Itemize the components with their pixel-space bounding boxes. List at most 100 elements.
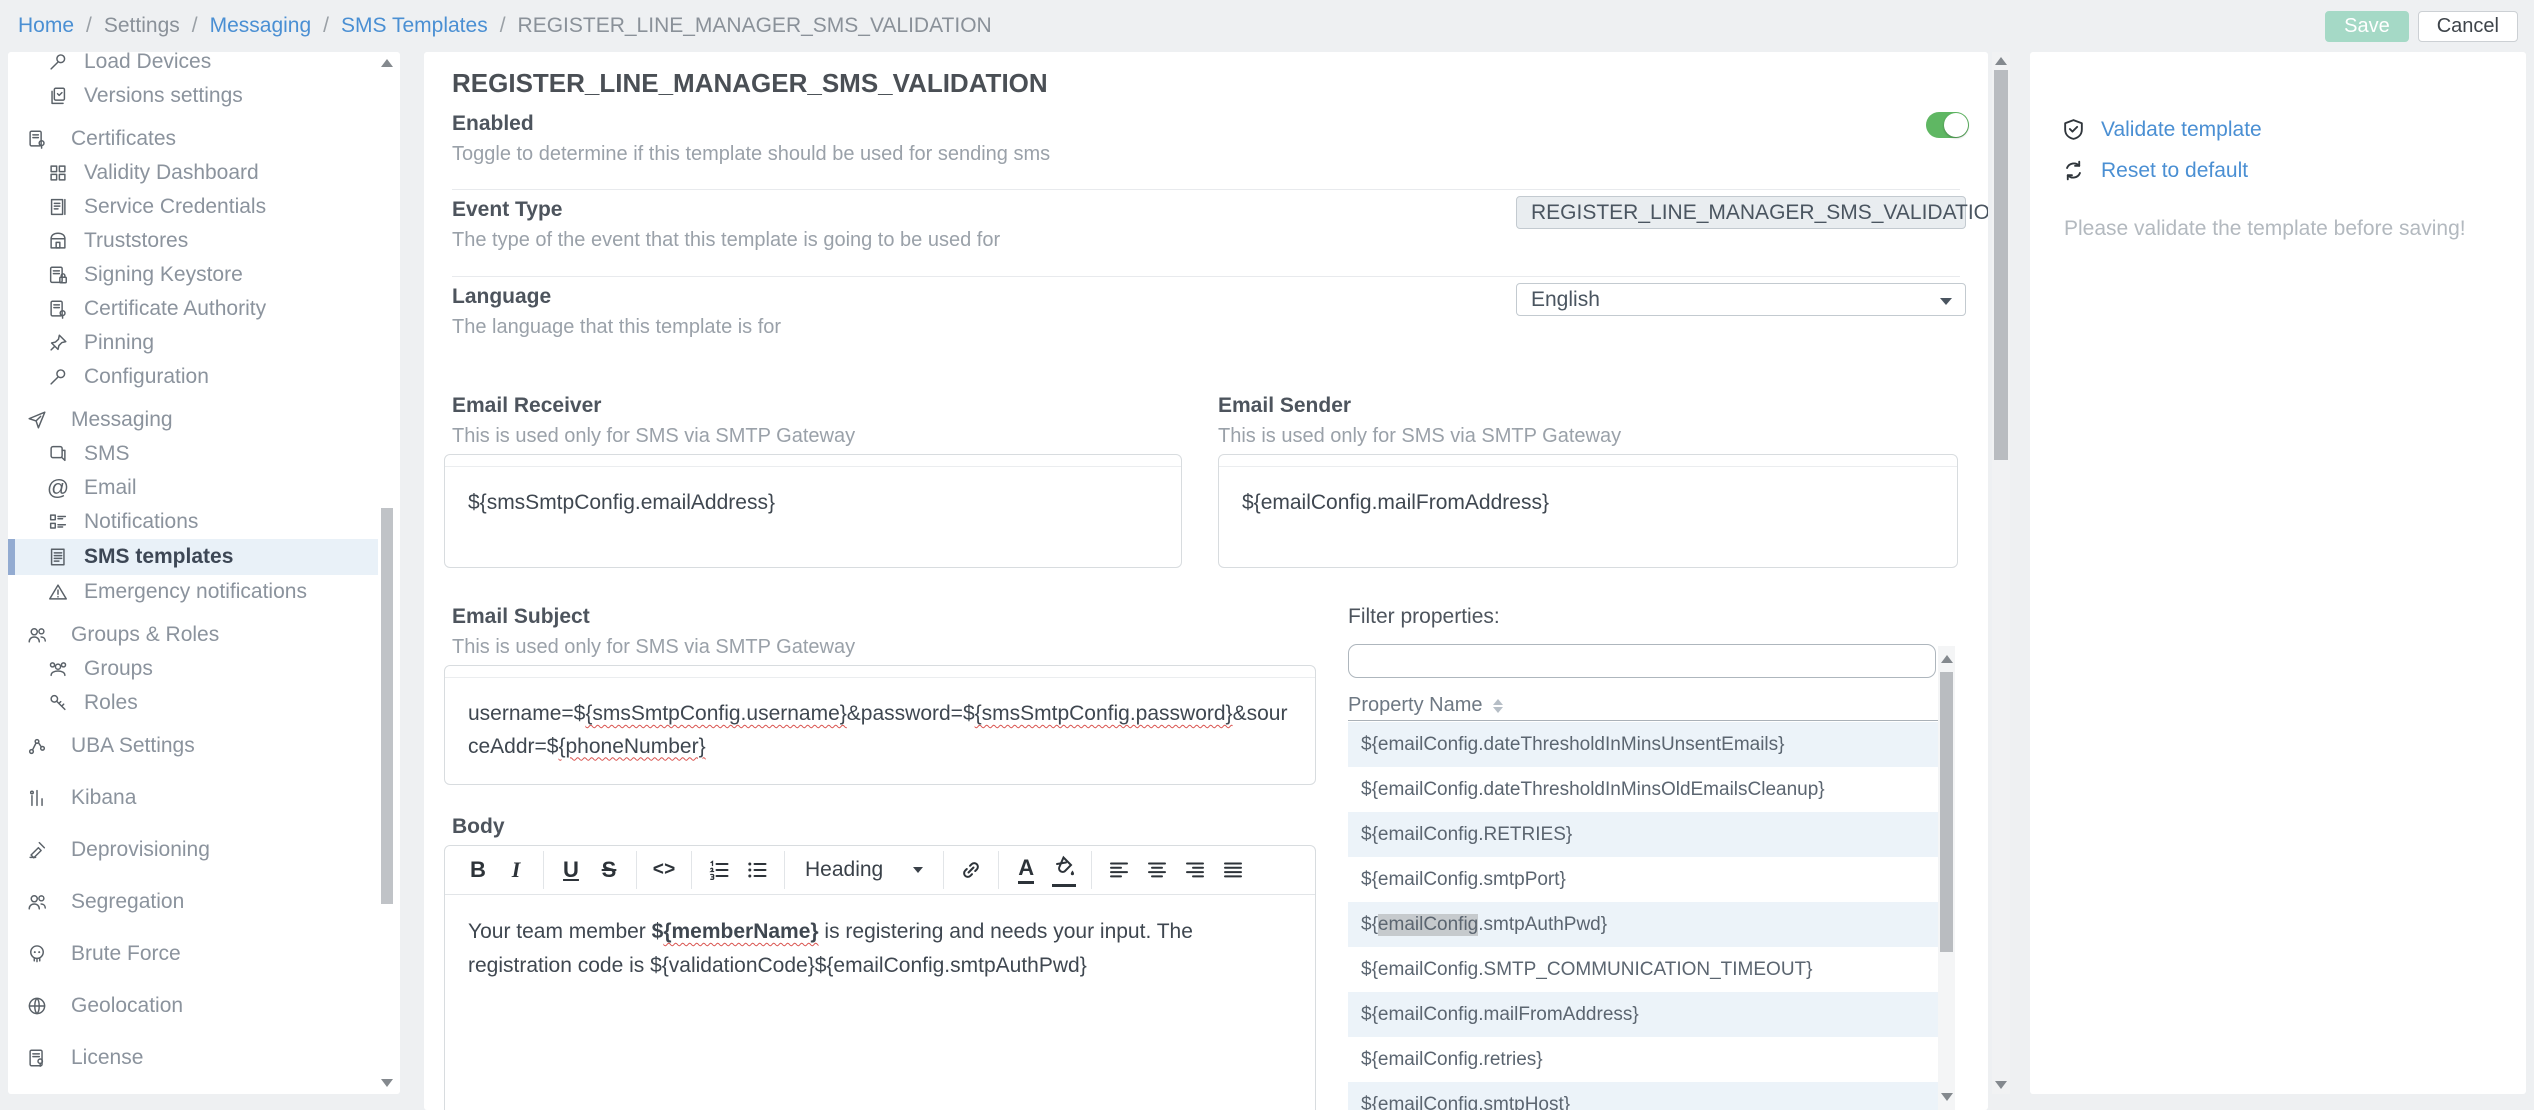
sidebar-item-sms[interactable]: SMS	[8, 437, 378, 471]
property-row[interactable]: ${emailConfig.smtpHost}	[1348, 1082, 1938, 1110]
sidebar-item-label: License	[71, 1046, 143, 1070]
sidebar-item-geolocation[interactable]: Geolocation	[8, 989, 378, 1023]
align-center-button[interactable]	[1140, 852, 1174, 888]
breadcrumb-item-home[interactable]: Home	[18, 14, 74, 38]
align-justify-button[interactable]	[1216, 852, 1250, 888]
validate-template-link[interactable]: Validate template	[2061, 117, 2262, 142]
validate-template-label: Validate template	[2101, 118, 2262, 142]
main-scrollbar-thumb[interactable]	[1994, 70, 2008, 460]
sidebar-items: Load Devices Versions settings Certificate…	[8, 52, 378, 1075]
email-sender-input[interactable]: ${emailConfig.mailFromAddress}	[1218, 454, 1958, 568]
fill-color-button[interactable]	[1047, 852, 1081, 888]
body-content[interactable]: Your team member ${memberName} is regist…	[445, 895, 1315, 1002]
sidebar-item-notifications[interactable]: Notifications	[8, 505, 378, 539]
breadcrumb-item-register-line-manager-sms-validation: REGISTER_LINE_MANAGER_SMS_VALIDATION	[518, 14, 992, 38]
breadcrumb-item-messaging[interactable]: Messaging	[210, 14, 312, 38]
scroll-up-icon[interactable]	[1938, 652, 1955, 666]
sidebar-item-roles[interactable]: Roles	[8, 686, 378, 720]
heading-dropdown[interactable]: Heading	[795, 852, 933, 888]
sidebar-item-load-devices[interactable]: Load Devices	[8, 52, 378, 79]
sidebar-item-signing-keystore[interactable]: Signing Keystore	[8, 258, 378, 292]
sidebar-item-label: Validity Dashboard	[84, 161, 259, 185]
sidebar-item-configuration[interactable]: Configuration	[8, 360, 378, 394]
event-type-input[interactable]: REGISTER_LINE_MANAGER_SMS_VALIDATION	[1516, 196, 1966, 229]
sidebar-item-label: Brute Force	[71, 942, 181, 966]
sidebar-item-sms-templates[interactable]: SMS templates	[8, 539, 378, 575]
email-receiver-input[interactable]: ${smsSmtpConfig.emailAddress}	[444, 454, 1182, 568]
body-editor[interactable]: BIUS <> Heading A Your team member ${member…	[444, 845, 1316, 1110]
align-right-button[interactable]	[1178, 852, 1212, 888]
sidebar-item-license[interactable]: License	[8, 1041, 378, 1075]
sidebar-item-label: Load Devices	[84, 52, 211, 74]
sidebar-scrollbar-thumb[interactable]	[381, 508, 393, 904]
property-row[interactable]: ${emailConfig.retries}	[1348, 1037, 1938, 1082]
sidebar-item-label: Geolocation	[71, 994, 183, 1018]
scroll-down-icon[interactable]	[379, 1076, 395, 1090]
cancel-button[interactable]: Cancel	[2418, 11, 2518, 42]
breadcrumb-separator: /	[500, 14, 506, 38]
property-row[interactable]: ${emailConfig.SMTP_COMMUNICATION_TIMEOUT…	[1348, 947, 1938, 992]
property-list-scrollbar[interactable]	[1938, 646, 1955, 1110]
text-color-button[interactable]: A	[1009, 852, 1043, 888]
scroll-down-icon[interactable]	[1938, 1090, 1955, 1104]
sidebar-scrollbar[interactable]	[379, 56, 395, 1090]
event-type-description: The type of the event that this template…	[452, 229, 1000, 252]
sidebar-item-label: Versions settings	[84, 84, 243, 108]
property-row[interactable]: ${emailConfig.smtpAuthPwd}	[1348, 902, 1938, 947]
sidebar-item-segregation[interactable]: Segregation	[8, 885, 378, 919]
refresh-icon	[2061, 158, 2086, 183]
property-scrollbar-thumb[interactable]	[1940, 672, 1953, 952]
sidebar-item-validity-dashboard[interactable]: Validity Dashboard	[8, 156, 378, 190]
toolbar-separator	[943, 851, 944, 889]
underline-button[interactable]: U	[554, 852, 588, 888]
property-name-header[interactable]: Property Name	[1348, 694, 1503, 717]
breadcrumb-item-sms-templates[interactable]: SMS Templates	[341, 14, 488, 38]
sidebar-item-label: Roles	[84, 691, 138, 715]
property-row[interactable]: ${emailConfig.dateThresholdInMinsUnsentE…	[1348, 722, 1938, 767]
save-button[interactable]: Save	[2325, 11, 2409, 42]
sidebar-item-truststores[interactable]: Truststores	[8, 224, 378, 258]
scroll-up-icon[interactable]	[379, 56, 395, 70]
align-left-button[interactable]	[1102, 852, 1136, 888]
sidebar-item-emergency-notifications[interactable]: Emergency notifications	[8, 575, 378, 609]
unordered-list-button[interactable]	[740, 852, 774, 888]
users-icon	[26, 891, 48, 913]
ordered-list-button[interactable]	[702, 852, 736, 888]
sidebar-item-email[interactable]: @Email	[8, 471, 378, 505]
email-subject-input[interactable]: username=${smsSmtpConfig.username}&passw…	[444, 665, 1316, 785]
sidebar-item-service-credentials[interactable]: Service Credentials	[8, 190, 378, 224]
link-button[interactable]	[954, 852, 988, 888]
breadcrumb: Home/Settings/Messaging/SMS Templates/RE…	[18, 14, 992, 38]
template-editor-panel: REGISTER_LINE_MANAGER_SMS_VALIDATION Ena…	[424, 52, 1988, 1110]
code-button[interactable]: <>	[647, 852, 681, 888]
strikethrough-button[interactable]: S	[592, 852, 626, 888]
property-row[interactable]: ${emailConfig.dateThresholdInMinsOldEmai…	[1348, 767, 1938, 812]
reset-to-default-link[interactable]: Reset to default	[2061, 158, 2248, 183]
sidebar-item-uba-settings[interactable]: UBA Settings	[8, 729, 378, 763]
sidebar-item-groups[interactable]: Groups	[8, 652, 378, 686]
main-scrollbar[interactable]	[1992, 52, 2010, 1094]
keystore-icon	[47, 264, 69, 286]
network-icon	[26, 735, 48, 757]
italic-button[interactable]: I	[499, 852, 533, 888]
sidebar-item-messaging[interactable]: Messaging	[8, 403, 378, 437]
sidebar-item-versions-settings[interactable]: Versions settings	[8, 79, 378, 113]
toolbar-separator	[784, 851, 785, 889]
sidebar-item-kibana[interactable]: Kibana	[8, 781, 378, 815]
sidebar-item-deprovisioning[interactable]: Deprovisioning	[8, 833, 378, 867]
sidebar-item-pinning[interactable]: Pinning	[8, 326, 378, 360]
sidebar-item-certificates[interactable]: Certificates	[8, 122, 378, 156]
property-row[interactable]: ${emailConfig.smtpPort}	[1348, 857, 1938, 902]
filter-properties-input[interactable]	[1348, 644, 1936, 678]
sidebar-item-certificate-authority[interactable]: Certificate Authority	[8, 292, 378, 326]
sidebar-item-brute-force[interactable]: Brute Force	[8, 937, 378, 971]
scroll-up-icon[interactable]	[1992, 54, 2010, 68]
scroll-down-icon[interactable]	[1992, 1078, 2010, 1092]
sidebar-item-label: Messaging	[71, 408, 173, 432]
property-row[interactable]: ${emailConfig.mailFromAddress}	[1348, 992, 1938, 1037]
property-row[interactable]: ${emailConfig.RETRIES}	[1348, 812, 1938, 857]
sidebar-item-groups-roles[interactable]: Groups & Roles	[8, 618, 378, 652]
language-select[interactable]: English	[1516, 283, 1966, 316]
enabled-toggle[interactable]	[1926, 112, 1969, 138]
bold-button[interactable]: B	[461, 852, 495, 888]
